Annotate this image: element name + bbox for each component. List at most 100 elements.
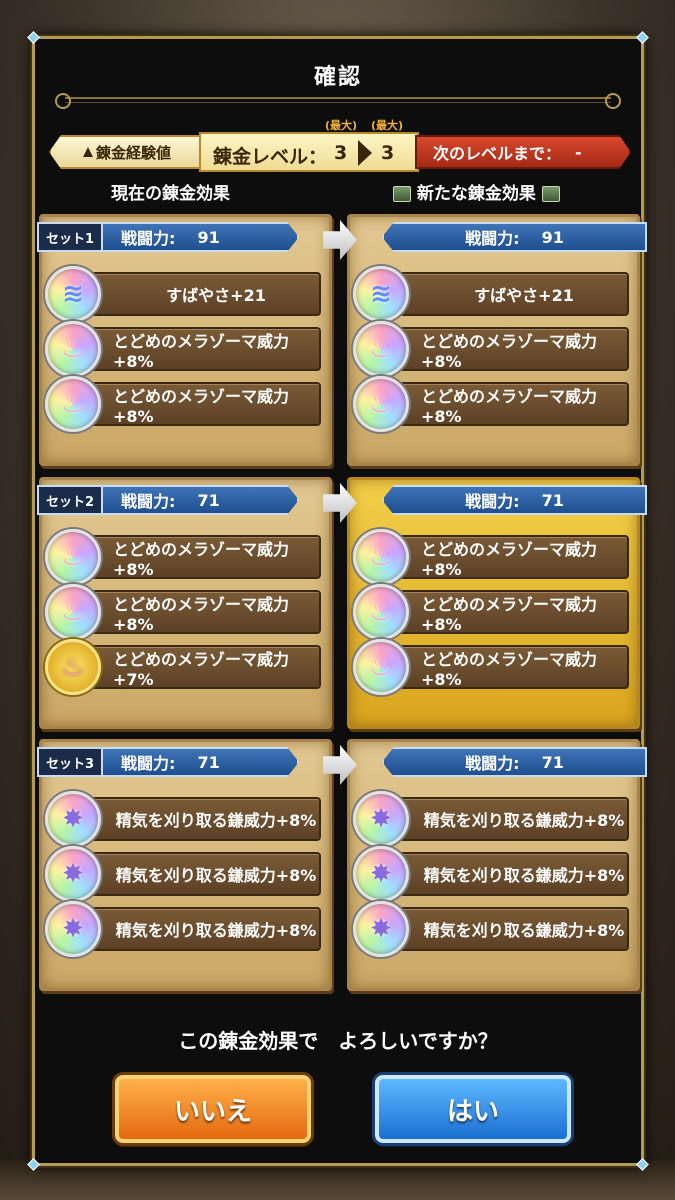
flame-icon: ♨ <box>61 542 85 572</box>
next-level-remaining: - <box>575 142 582 162</box>
current-effects-heading: 現在の錬金効果 <box>111 184 230 204</box>
jewel-orb-star-icon: ✸ <box>45 846 101 902</box>
jewel-orb-flame-icon: ♨ <box>45 376 101 432</box>
jewel-orb-flame-gold-icon: ♨ <box>45 639 101 695</box>
power-label: 戦闘力: <box>465 492 520 511</box>
max-tag: (最大) <box>371 119 404 132</box>
power-header: 戦闘力: 71 <box>382 747 647 777</box>
set-name-label: セット3 <box>39 749 103 775</box>
title-ornament <box>55 93 621 109</box>
effect-row: とどめのメラゾーマ威力+7% <box>71 645 321 689</box>
jewel-orb-star-icon: ✸ <box>353 791 409 847</box>
power-value: 91 <box>541 227 564 247</box>
effect-text: すばやさ+21 <box>474 286 574 305</box>
effect-row: すばやさ+21 <box>379 272 629 316</box>
flame-icon: ♨ <box>369 334 393 364</box>
effect-text: とどめのメラゾーマ威力+8% <box>113 594 290 634</box>
power-value: 91 <box>197 227 220 247</box>
treasure-chest-icon <box>541 186 560 202</box>
alchemy-level-bar: 錬金経験値 錬金レベル： (最大) 3 (最大) 3 次のレベルまで： - <box>49 119 635 172</box>
jewel-orb-star-icon: ✸ <box>45 791 101 847</box>
effect-text: 精気を刈り取る鎌威力+8% <box>115 811 317 830</box>
effect-text: とどめのメラゾーマ威力+8% <box>421 331 598 371</box>
jewel-orb-flame-icon: ♨ <box>45 584 101 640</box>
level-label: 錬金レベル： <box>213 146 328 168</box>
effect-row: とどめのメラゾーマ威力+8% <box>379 382 629 426</box>
flame-icon: ♨ <box>369 652 393 682</box>
yes-button[interactable]: はい <box>375 1075 571 1143</box>
power-header: 戦闘力: 71 <box>382 485 647 515</box>
star-icon: ✸ <box>370 914 392 944</box>
jewel-orb-flame-icon: ♨ <box>353 584 409 640</box>
effect-text: とどめのメラゾーマ威力+7% <box>113 649 290 689</box>
jewel-orb-wing-icon: ≋ <box>45 266 101 322</box>
star-icon: ✸ <box>62 859 84 889</box>
jewel-orb-flame-icon: ♨ <box>353 376 409 432</box>
jewel-orb-star-icon: ✸ <box>353 901 409 957</box>
no-button[interactable]: いいえ <box>115 1075 311 1143</box>
effect-row: 精気を刈り取る鎌威力+8% <box>379 797 629 841</box>
effect-row: とどめのメラゾーマ威力+8% <box>379 590 629 634</box>
jewel-orb-star-icon: ✸ <box>353 846 409 902</box>
exp-label: 錬金経験値 <box>95 143 171 162</box>
effect-row: 精気を刈り取る鎌威力+8% <box>71 852 321 896</box>
set-name-label: セット1 <box>39 224 103 250</box>
effect-row: すばやさ+21 <box>71 272 321 316</box>
effect-row: とどめのメラゾーマ威力+8% <box>71 535 321 579</box>
effect-text: すばやさ+21 <box>166 286 266 305</box>
max-tag: (最大) <box>325 119 358 132</box>
effect-text: とどめのメラゾーマ威力+8% <box>421 594 598 634</box>
effect-row: とどめのメラゾーマ威力+8% <box>71 382 321 426</box>
effect-row: とどめのメラゾーマ威力+8% <box>379 645 629 689</box>
effect-row: とどめのメラゾーマ威力+8% <box>71 327 321 371</box>
star-icon: ✸ <box>370 859 392 889</box>
ornament-swirl-icon <box>55 93 71 109</box>
up-arrow-icon <box>82 147 93 157</box>
effect-text: 精気を刈り取る鎌威力+8% <box>115 866 317 885</box>
power-label: 戦闘力: <box>121 754 176 773</box>
flame-icon: ♨ <box>369 597 393 627</box>
jewel-orb-flame-icon: ♨ <box>353 529 409 585</box>
set-name-label: セット2 <box>39 487 103 513</box>
power-header: セット2 戦闘力: 71 <box>37 485 299 515</box>
power-header: セット3 戦闘力: 71 <box>37 747 299 777</box>
next-level-label: 次のレベルまで： <box>433 144 562 163</box>
jewel-orb-flame-icon: ♨ <box>353 321 409 377</box>
effect-row: 精気を刈り取る鎌威力+8% <box>71 907 321 951</box>
flame-icon: ♨ <box>369 542 393 572</box>
alchemy-exp-badge: 錬金経験値 <box>49 135 205 169</box>
power-header: セット1 戦闘力: 91 <box>37 222 299 252</box>
flame-icon: ♨ <box>61 334 85 364</box>
level-arrow-icon <box>358 140 372 166</box>
ornament-swirl-icon <box>605 93 621 109</box>
effect-row: 精気を刈り取る鎌威力+8% <box>379 852 629 896</box>
effect-row: 精気を刈り取る鎌威力+8% <box>379 907 629 951</box>
power-value: 71 <box>541 752 564 772</box>
effect-text: 精気を刈り取る鎌威力+8% <box>423 811 625 830</box>
new-effects-heading: 新たな錬金効果 <box>393 179 560 204</box>
confirm-question: この錬金効果で よろしいですか？ <box>178 1029 498 1053</box>
flame-icon: ♨ <box>61 597 85 627</box>
treasure-chest-icon <box>393 186 411 202</box>
power-label: 戦闘力: <box>121 229 176 248</box>
power-value: 71 <box>197 752 220 772</box>
effect-text: とどめのメラゾーマ威力+8% <box>421 649 598 689</box>
effect-row: 精気を刈り取る鎌威力+8% <box>71 797 321 841</box>
wing-icon: ≋ <box>370 279 392 309</box>
effect-text: 精気を刈り取る鎌威力+8% <box>423 921 625 940</box>
effect-text: とどめのメラゾーマ威力+8% <box>113 539 290 579</box>
flame-gold-icon: ♨ <box>61 652 85 682</box>
jewel-orb-flame-icon: ♨ <box>353 639 409 695</box>
bottom-menu-bar <box>0 1160 675 1200</box>
jewel-orb-star-icon: ✸ <box>45 901 101 957</box>
effect-text: とどめのメラゾーマ威力+8% <box>113 331 290 371</box>
current-level-value: 3 <box>334 142 348 164</box>
power-label: 戦闘力: <box>465 754 520 773</box>
power-value: 71 <box>541 490 564 510</box>
effect-row: とどめのメラゾーマ威力+8% <box>379 535 629 579</box>
effect-text: とどめのメラゾーマ威力+8% <box>421 539 598 579</box>
next-level-value: 3 <box>381 142 395 164</box>
wing-icon: ≋ <box>62 279 84 309</box>
effect-text: 精気を刈り取る鎌威力+8% <box>115 921 317 940</box>
next-level-badge: 次のレベルまで： - <box>415 135 631 169</box>
